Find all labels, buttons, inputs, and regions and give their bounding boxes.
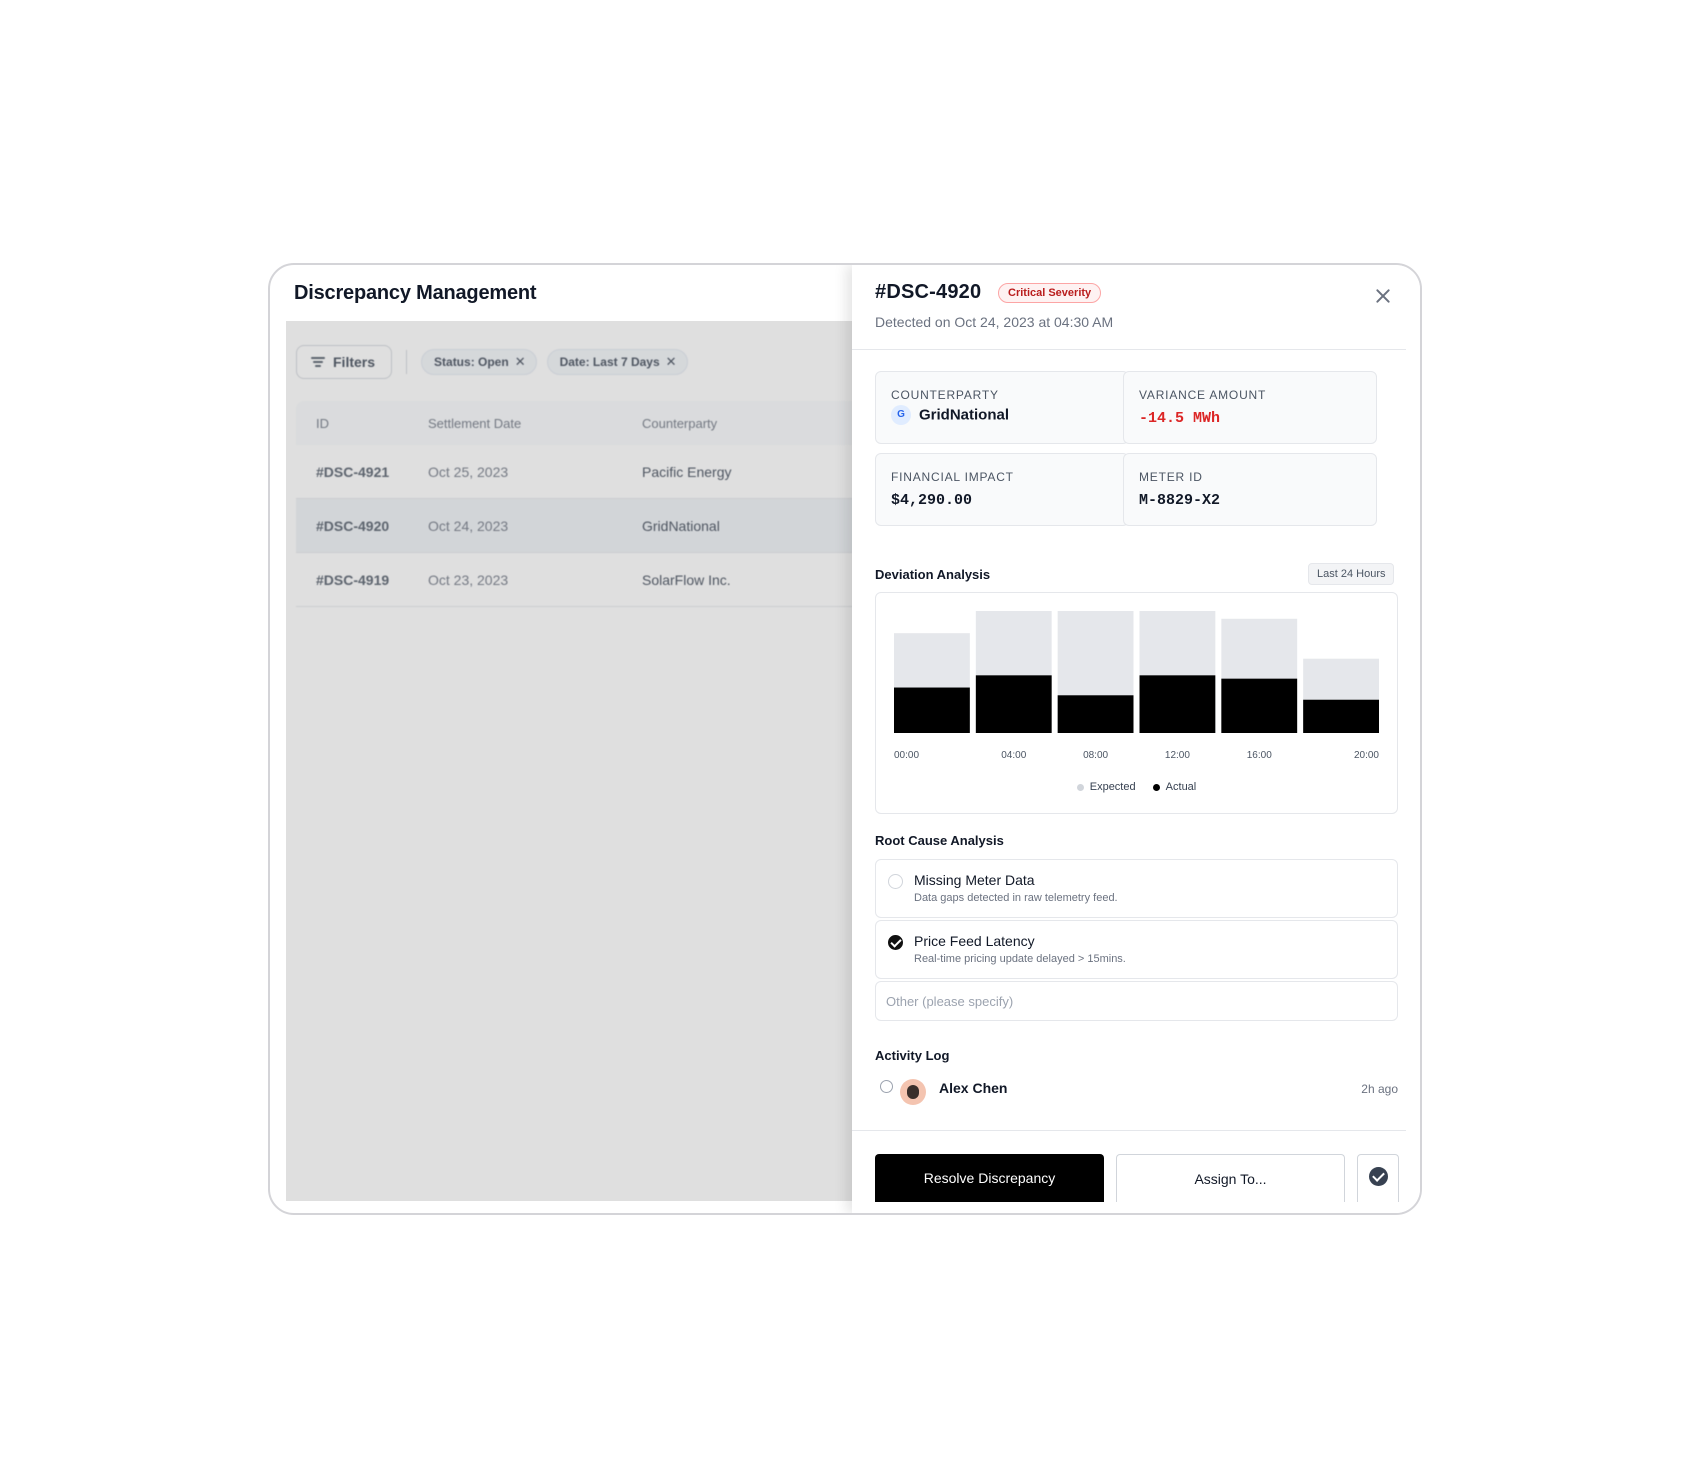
meter-id-value: M-8829-X2: [1139, 492, 1221, 509]
card-label: METER ID: [1139, 470, 1203, 484]
option-title: Price Feed Latency: [914, 933, 1035, 949]
activity-time: 2h ago: [1361, 1082, 1398, 1096]
counterparty-avatar: G: [891, 405, 911, 425]
legend-label: Actual: [1165, 781, 1197, 793]
root-cause-option-missing-meter-data[interactable]: Missing Meter Data Data gaps detected in…: [875, 859, 1398, 918]
x-tick-label: 04:00: [1001, 750, 1026, 761]
timeline-dot-icon: [880, 1080, 893, 1093]
bar-actual-1200: [1139, 675, 1216, 733]
severity-badge: Critical Severity: [998, 283, 1102, 303]
bar-actual-2000: [1303, 699, 1379, 733]
activity-log-title: Activity Log: [875, 1048, 950, 1063]
card-label: FINANCIAL IMPACT: [891, 470, 1014, 484]
discrepancy-list-pane: Filters Status: Open ✕ Date: Last 7 Days…: [286, 321, 852, 1201]
financial-impact-card: FINANCIAL IMPACT $4,290.00: [875, 453, 1129, 526]
deviation-chart: 00:00 04:00 08:00 12:00 16:00 20:00 Expected …: [875, 592, 1398, 814]
avatar: [900, 1079, 926, 1105]
legend-swatch: [1076, 783, 1084, 791]
case-id: #DSC-4920: [875, 281, 982, 303]
radio-checkbox[interactable]: [888, 874, 903, 889]
variance-card: VARIANCE AMOUNT -14.5 MWh: [1123, 371, 1377, 444]
assign-to-button[interactable]: Assign To...: [1116, 1154, 1345, 1202]
x-tick-label: 16:00: [1247, 750, 1272, 761]
x-tick-label: 00:00: [894, 750, 919, 761]
bar-actual-0800: [1057, 695, 1134, 733]
root-cause-title: Root Cause Analysis: [875, 833, 1004, 848]
checked-checkbox[interactable]: [888, 935, 903, 950]
app-window: Discrepancy Management Filters Status: O…: [268, 263, 1422, 1215]
meter-id-card: METER ID M-8829-X2: [1123, 453, 1377, 526]
page-title: Discrepancy Management: [294, 282, 537, 304]
card-label: COUNTERPARTY: [891, 388, 999, 402]
close-icon[interactable]: [1372, 285, 1394, 307]
resolve-discrepancy-button[interactable]: Resolve Discrepancy: [875, 1154, 1104, 1202]
other-root-cause-input[interactable]: [875, 981, 1398, 1021]
bar-actual-0000: [894, 687, 970, 733]
deviation-analysis-title: Deviation Analysis: [875, 567, 991, 582]
counterparty-card: COUNTERPARTY G GridNational: [875, 371, 1129, 444]
option-title: Missing Meter Data: [914, 872, 1035, 888]
x-tick-label: 08:00: [1083, 750, 1108, 761]
root-cause-option-price-feed-latency[interactable]: Price Feed Latency Real-time pricing upd…: [875, 920, 1398, 979]
legend-item-expected: Expected: [1076, 781, 1136, 793]
legend-label: Expected: [1089, 781, 1136, 793]
chart-canvas: 00:00 04:00 08:00 12:00 16:00 20:00: [894, 611, 1379, 761]
legend-item-actual: Actual: [1152, 781, 1197, 793]
bar-actual-1600: [1221, 678, 1298, 733]
activity-user: Alex Chen: [939, 1080, 1008, 1096]
discrepancy-detail-panel: #DSC-4920 Critical Severity Detected on …: [852, 265, 1420, 1213]
check-circle-icon: [1369, 1167, 1388, 1186]
chart-legend: Expected Actual: [876, 781, 1397, 793]
activity-entry: Alex Chen 2h ago: [852, 1072, 1406, 1105]
detected-timestamp: Detected on Oct 24, 2023 at 04:30 AM: [875, 314, 1114, 330]
option-description: Real-time pricing update delayed > 15min…: [914, 953, 1126, 965]
panel-footer: Resolve Discrepancy Assign To...: [852, 1130, 1406, 1213]
x-tick-label: 12:00: [1165, 750, 1190, 761]
mark-complete-button[interactable]: [1357, 1154, 1399, 1202]
panel-header: #DSC-4920 Critical Severity Detected on …: [852, 265, 1406, 350]
bar-actual-0400: [975, 675, 1052, 733]
card-label: VARIANCE AMOUNT: [1139, 388, 1267, 402]
panel-body[interactable]: COUNTERPARTY G GridNational VARIANCE AMOU…: [852, 350, 1406, 1130]
financial-impact-value: $4,290.00: [891, 492, 973, 509]
card-value: G GridNational: [891, 405, 1009, 425]
option-description: Data gaps detected in raw telemetry feed…: [914, 892, 1118, 904]
x-tick-label: 20:00: [1354, 750, 1379, 761]
modal-backdrop[interactable]: [286, 321, 852, 1201]
variance-value: -14.5 MWh: [1139, 410, 1221, 427]
counterparty-name: GridNational: [919, 406, 1010, 424]
time-range-pill[interactable]: Last 24 Hours: [1308, 563, 1395, 585]
legend-swatch: [1152, 783, 1160, 791]
